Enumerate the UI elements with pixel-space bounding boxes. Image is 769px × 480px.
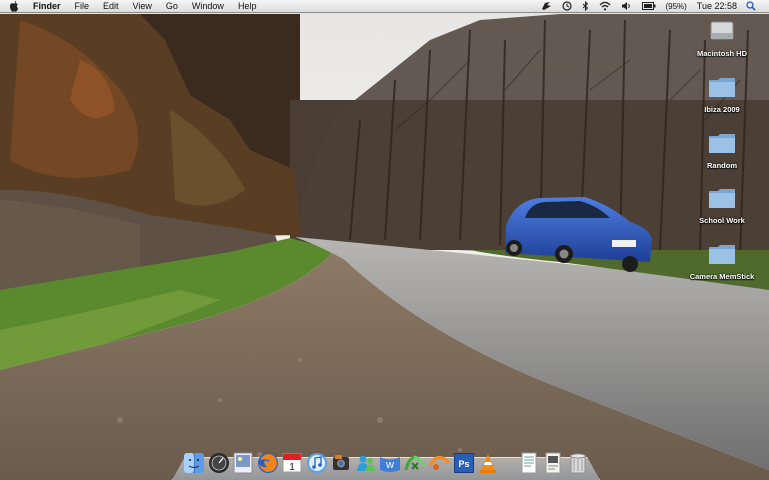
menu-bar: Finder File Edit View Go Window Help (95… xyxy=(0,0,769,13)
excel-icon[interactable] xyxy=(404,452,426,474)
vlc-icon[interactable] xyxy=(477,452,499,474)
photoshop-label: Ps xyxy=(458,459,469,469)
preview-icon[interactable] xyxy=(232,452,254,474)
menu-go[interactable]: Go xyxy=(159,0,185,13)
folder-icon xyxy=(708,187,736,214)
desktop-icon-label: Ibiza 2009 xyxy=(704,105,740,114)
menu-help[interactable]: Help xyxy=(231,0,264,13)
menu-window[interactable]: Window xyxy=(185,0,231,13)
menu-view[interactable]: View xyxy=(126,0,159,13)
desktop-icon-macintosh-hd[interactable]: Macintosh HD xyxy=(686,18,758,58)
desktop-icon-label: Macintosh HD xyxy=(696,49,747,58)
dashboard-icon[interactable] xyxy=(208,452,230,474)
folder-icon xyxy=(708,76,736,103)
menu-file[interactable]: File xyxy=(68,0,97,13)
document-icon[interactable] xyxy=(542,452,564,474)
dock: 1 w Ps xyxy=(183,446,591,474)
trash-icon[interactable] xyxy=(567,452,589,474)
battery-icon[interactable] xyxy=(642,0,656,13)
desktop-icon-school-work[interactable]: School Work xyxy=(686,187,758,225)
iphoto-icon[interactable] xyxy=(330,452,352,474)
script-icon[interactable] xyxy=(541,0,552,13)
volume-icon[interactable] xyxy=(621,0,632,13)
desktop-icon-camera-memstick[interactable]: Camera MemStick xyxy=(686,243,758,281)
desktop-wallpaper xyxy=(0,0,769,480)
hard-drive-icon xyxy=(708,18,736,47)
bluetooth-icon[interactable] xyxy=(582,0,589,13)
desktop-icon-random[interactable]: Random xyxy=(686,132,758,170)
dock-separator xyxy=(502,452,516,474)
finder-icon[interactable] xyxy=(183,452,205,474)
folder-icon xyxy=(708,132,736,159)
folder-icon xyxy=(708,243,736,270)
itunes-icon[interactable] xyxy=(306,452,328,474)
ical-day: 1 xyxy=(289,462,295,473)
battery-percent: (95%) xyxy=(665,1,687,11)
photoshop-icon[interactable]: Ps xyxy=(453,452,475,474)
desktop-icon-label: School Work xyxy=(699,216,745,225)
apple-menu-icon[interactable] xyxy=(9,0,23,12)
desktop-icon-ibiza-2009[interactable]: Ibiza 2009 xyxy=(686,76,758,114)
messenger-icon[interactable] xyxy=(355,452,377,474)
desktop-icon-label: Camera MemStick xyxy=(689,272,755,281)
desktop-icon-label: Random xyxy=(707,161,737,170)
word-icon[interactable]: w xyxy=(379,452,401,474)
powerpoint-icon[interactable] xyxy=(428,452,450,474)
word-letter: w xyxy=(385,459,394,471)
wifi-icon[interactable] xyxy=(599,0,611,13)
spotlight-icon[interactable] xyxy=(746,0,756,13)
document-icon[interactable] xyxy=(518,452,540,474)
menu-clock[interactable]: Tue 22:58 xyxy=(697,1,737,11)
menu-edit[interactable]: Edit xyxy=(96,0,126,13)
ical-icon[interactable]: 1 xyxy=(281,452,303,474)
time-machine-icon[interactable] xyxy=(562,0,573,13)
firefox-icon[interactable] xyxy=(257,452,279,474)
app-menu-finder[interactable]: Finder xyxy=(31,0,68,13)
